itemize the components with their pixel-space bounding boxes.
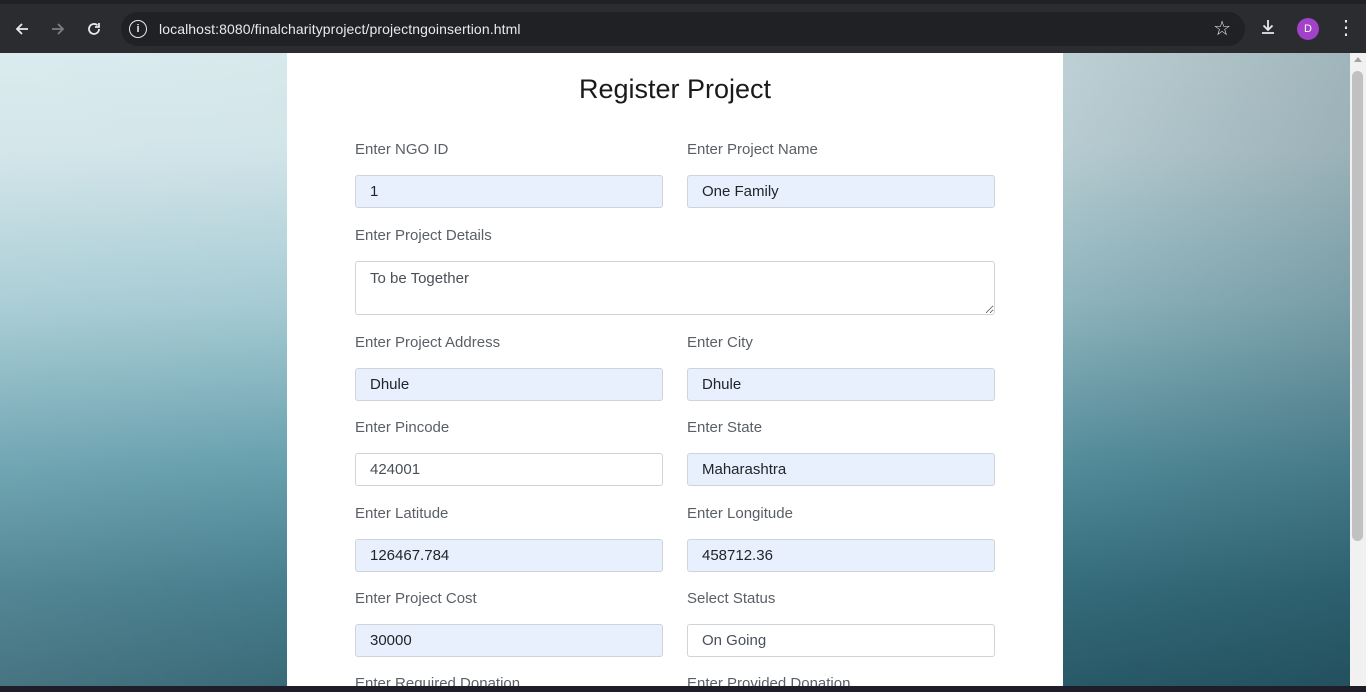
reload-icon[interactable] [76,11,112,47]
project-address-label: Enter Project Address [355,334,501,351]
taskbar-edge [0,686,1366,692]
project-cost-input[interactable]: 30000 [355,624,663,657]
provided-donation-label: Enter Provided Donation [687,675,851,686]
scroll-up-arrow-icon[interactable] [1354,57,1362,62]
vertical-scrollbar[interactable] [1350,53,1366,686]
project-cost-label: Enter Project Cost [355,590,477,607]
browser-toolbar: i localhost:8080/finalcharityproject/pro… [0,4,1366,53]
project-cost-group: Enter Project Cost 30000 [355,590,663,657]
city-label: Enter City [687,334,753,351]
pincode-input[interactable]: 424001 [355,453,663,486]
ngo-id-input[interactable]: 1 [355,175,663,208]
state-group: Enter State Maharashtra [687,419,995,486]
page-viewport: Register Project Enter NGO ID 1 Enter Pr… [0,53,1350,686]
city-input[interactable]: Dhule [687,368,995,401]
state-input[interactable]: Maharashtra [687,453,995,486]
latitude-label: Enter Latitude [355,505,449,522]
bookmark-star-icon[interactable]: ☆ [1213,18,1231,40]
page-title: Register Project [578,74,772,104]
forward-icon[interactable] [40,11,76,47]
register-project-form: Register Project Enter NGO ID 1 Enter Pr… [287,53,1063,686]
scroll-thumb[interactable] [1352,71,1363,541]
project-address-group: Enter Project Address Dhule [355,334,663,401]
browser-menu-icon[interactable]: ⋮ [1336,17,1356,39]
project-details-group: Enter Project Details To be Together [355,227,995,315]
project-details-textarea[interactable]: To be Together [355,261,995,315]
ngo-id-group: Enter NGO ID 1 [355,141,663,208]
status-select[interactable]: On Going [687,624,995,657]
pincode-label: Enter Pincode [355,419,450,436]
browser-chrome: i localhost:8080/finalcharityproject/pro… [0,0,1366,57]
url-text[interactable]: localhost:8080/finalcharityproject/proje… [159,21,521,37]
project-details-label: Enter Project Details [355,227,492,244]
pincode-group: Enter Pincode 424001 [355,419,663,486]
site-info-icon[interactable]: i [129,20,147,38]
provided-donation-group: Enter Provided Donation [687,675,850,686]
city-group: Enter City Dhule [687,334,995,401]
profile-avatar[interactable]: D [1297,18,1319,40]
longitude-input[interactable]: 458712.36 [687,539,995,572]
project-name-group: Enter Project Name One Family [687,141,995,208]
latitude-group: Enter Latitude 126467.784 [355,505,663,572]
state-label: Enter State [687,419,763,436]
required-donation-group: Enter Required Donation [355,675,520,686]
download-icon[interactable] [1259,18,1277,41]
latitude-input[interactable]: 126467.784 [355,539,663,572]
project-address-input[interactable]: Dhule [355,368,663,401]
ngo-id-label: Enter NGO ID [355,141,449,158]
back-icon[interactable] [4,11,40,47]
address-bar[interactable]: i localhost:8080/finalcharityproject/pro… [121,12,1245,46]
required-donation-label: Enter Required Donation [355,675,521,686]
longitude-label: Enter Longitude [687,505,793,522]
status-label: Select Status [687,590,776,607]
project-name-label: Enter Project Name [687,141,818,158]
status-group: Select Status On Going [687,590,995,657]
longitude-group: Enter Longitude 458712.36 [687,505,995,572]
project-name-input[interactable]: One Family [687,175,995,208]
